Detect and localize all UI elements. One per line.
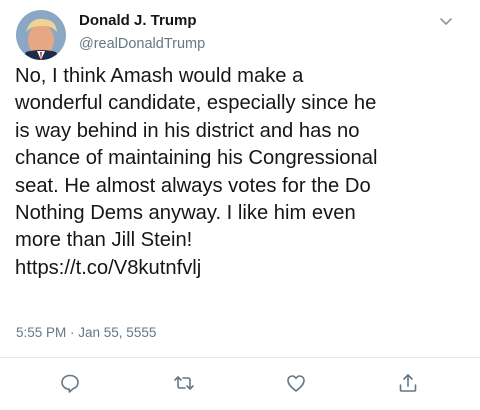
tweet-card: Donald J. Trump @realDonaldTrump No, I t… bbox=[0, 0, 480, 410]
share-icon bbox=[399, 374, 417, 392]
divider bbox=[0, 357, 480, 358]
tweet-text-line: Nothing Dems anyway. I like him even bbox=[15, 202, 356, 225]
heart-icon bbox=[287, 375, 305, 392]
reply-icon bbox=[61, 374, 79, 393]
avatar-image bbox=[16, 10, 66, 60]
retweet-button[interactable] bbox=[172, 371, 196, 395]
tweet-text-line: wonderful candidate, especially since he bbox=[15, 92, 377, 115]
user-handle[interactable]: @realDonaldTrump bbox=[79, 36, 205, 52]
chevron-down-icon[interactable] bbox=[436, 12, 456, 32]
tweet-text-line: seat. He almost always votes for the Do bbox=[15, 174, 371, 197]
tweet-text-line: is way behind in his district and has no bbox=[15, 119, 360, 142]
tweet-timestamp[interactable]: 5:55 PM · Jan 55, 5555 bbox=[16, 325, 156, 340]
avatar[interactable] bbox=[16, 10, 66, 60]
tweet-text-line: more than Jill Stein! bbox=[15, 229, 193, 252]
like-button[interactable] bbox=[284, 371, 308, 395]
share-button[interactable] bbox=[396, 371, 420, 395]
tweet-text-line: chance of maintaining his Congressional bbox=[15, 147, 378, 170]
tweet-link[interactable]: https://t.co/V8kutnfvlj bbox=[15, 255, 470, 282]
reply-button[interactable] bbox=[58, 371, 82, 395]
tweet-text: No, I think Amash would make a wonderful… bbox=[15, 63, 470, 282]
display-name[interactable]: Donald J. Trump bbox=[79, 12, 197, 29]
tweet-text-line: No, I think Amash would make a bbox=[15, 65, 304, 87]
retweet-icon bbox=[174, 376, 194, 390]
